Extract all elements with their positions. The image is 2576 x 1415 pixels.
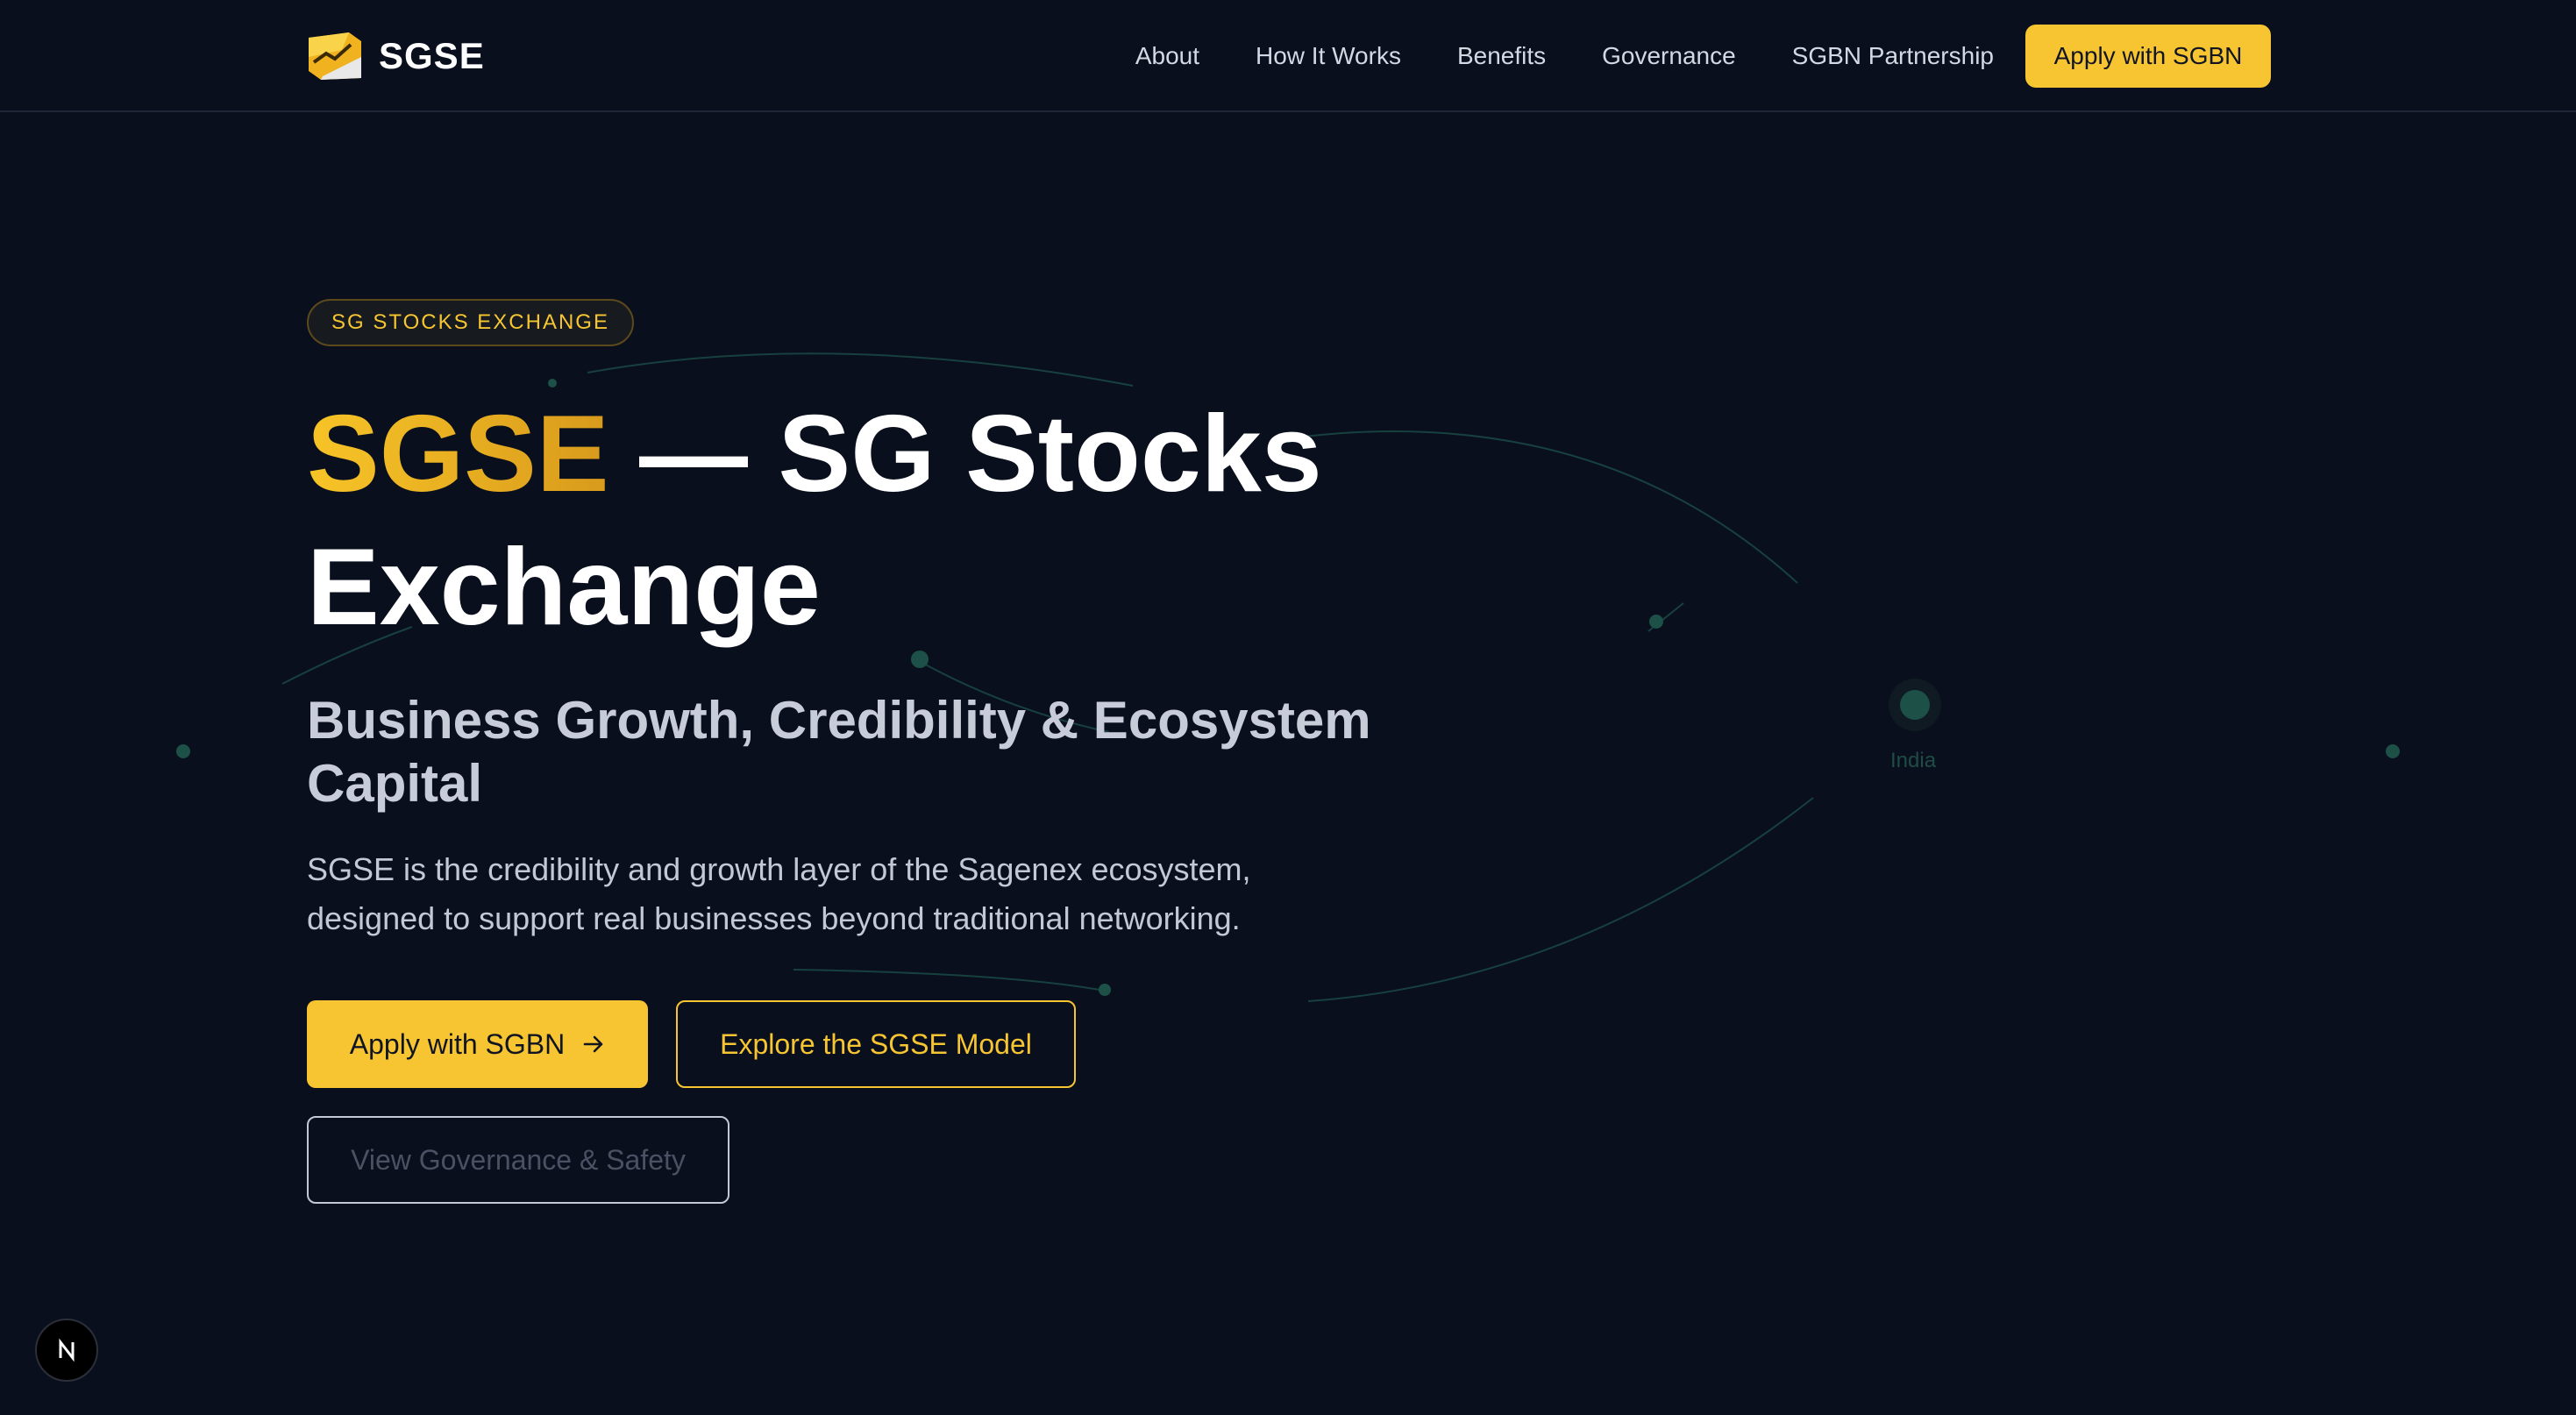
- nav-link-benefits[interactable]: Benefits: [1457, 42, 1546, 70]
- nav-link-how-it-works[interactable]: How It Works: [1256, 42, 1401, 70]
- nav-link-sgbn-partnership[interactable]: SGBN Partnership: [1792, 42, 1994, 70]
- map-label-india: India: [1890, 749, 1937, 772]
- brand[interactable]: SGSE: [307, 30, 485, 82]
- map-arc: [793, 969, 1106, 992]
- hero-title: SGSE — SG Stocks Exchange: [307, 388, 1447, 654]
- hero-subtitle: Business Growth, Credibility & Ecosystem…: [307, 691, 1371, 813]
- explore-sgse-model-button[interactable]: Explore the SGSE Model: [676, 1000, 1076, 1088]
- india-node: [1900, 690, 1930, 720]
- nav-link-governance[interactable]: Governance: [1602, 42, 1736, 70]
- view-governance-button[interactable]: View Governance & Safety: [307, 1116, 729, 1204]
- map-node: [548, 379, 557, 388]
- nav-apply-button[interactable]: Apply with SGBN: [2025, 25, 2271, 88]
- apply-with-sgbn-button[interactable]: Apply with SGBN: [307, 1000, 648, 1088]
- apply-button-label: Apply with SGBN: [349, 1027, 566, 1060]
- map-node: [1099, 984, 1111, 996]
- map-node: [1649, 615, 1663, 629]
- nav-link-about[interactable]: About: [1135, 42, 1199, 70]
- brand-name: SGSE: [379, 35, 485, 76]
- map-arc: [587, 352, 1134, 387]
- page: India SGSE About How It Works Benefits G…: [0, 0, 2576, 1415]
- map-node-glow: [1889, 679, 1941, 731]
- hero-title-accent: SGSE: [307, 394, 609, 515]
- brand-logo-icon: [309, 32, 361, 80]
- next-logo-icon: [59, 1338, 75, 1362]
- next-dev-indicator[interactable]: [35, 1319, 98, 1382]
- map-node: [2386, 744, 2400, 758]
- hero-description: SGSE is the credibility and growth layer…: [307, 851, 1251, 936]
- arrow-right-icon: [583, 1035, 603, 1053]
- map-arc: [1647, 602, 1684, 632]
- map-arc: [1307, 797, 1814, 1002]
- top-navigation: SGSE About How It Works Benefits Governa…: [0, 0, 2576, 112]
- nav-links: About How It Works Benefits Governance S…: [1135, 25, 1994, 88]
- hero-badge: SG STOCKS EXCHANGE: [307, 299, 634, 346]
- map-node: [176, 744, 190, 758]
